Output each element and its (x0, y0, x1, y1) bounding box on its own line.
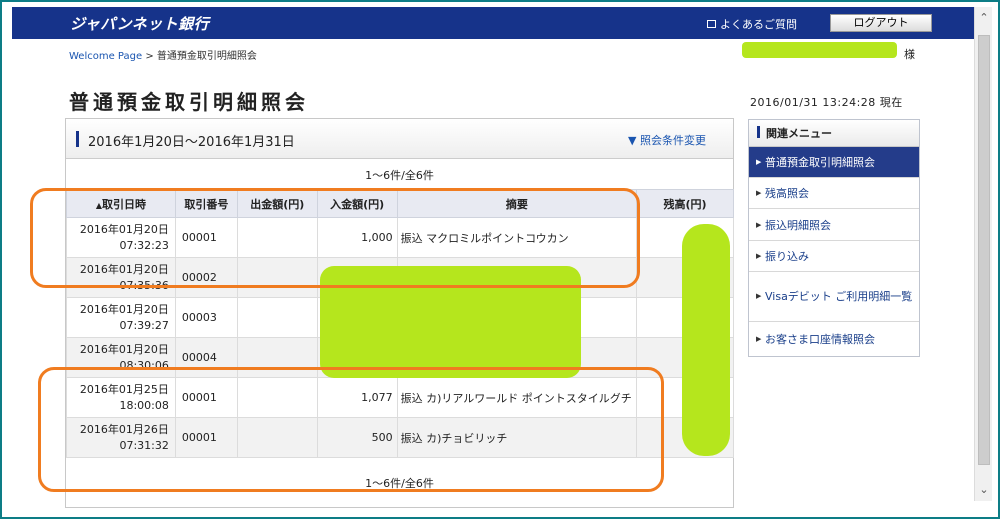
triangle-right-icon: ▶ (756, 292, 762, 300)
user-name-redacted (742, 42, 897, 58)
row-date: 2016年01月20日 (79, 302, 169, 316)
annotation-ring-bottom (38, 367, 664, 492)
triangle-right-icon: ▶ (756, 252, 762, 260)
breadcrumb: Welcome Page > 普通預金取引明細照会 (69, 47, 257, 62)
condition-change-label: 照会条件変更 (639, 134, 706, 147)
scrollbar-thumb[interactable] (978, 35, 990, 465)
menu-item-visa-debit[interactable]: ▶ Visaデビット ご利用明細一覧 (749, 272, 919, 322)
user-honorific: 様 (904, 48, 915, 61)
menu-item-label: Visaデビット ご利用明細一覧 (765, 290, 913, 303)
faq-label: よくあるご質問 (720, 18, 797, 31)
breadcrumb-separator: > (145, 51, 154, 62)
row-out (236, 297, 318, 338)
heading-bar (757, 126, 760, 138)
col-balance: 残高(円) (636, 189, 734, 218)
menu-item-transfer-history[interactable]: ▶ 振込明細照会 (749, 209, 919, 241)
menu-item-label: 振込明細照会 (765, 218, 831, 232)
breadcrumb-home[interactable]: Welcome Page (69, 51, 142, 62)
related-menu-title: 関連メニュー (749, 120, 919, 147)
related-menu: 関連メニュー ▶ 普通預金取引明細照会 ▶ 残高照会 ▶ 振込明細照会 ▶ 振り込み ▶… (748, 119, 920, 357)
panel-header: 2016年1月20日〜2016年1月31日 ▼ 照会条件変更 (66, 119, 733, 159)
chevron-up-icon[interactable]: ⌃ (977, 11, 991, 25)
bank-logo[interactable]: ジャパンネット銀行 (70, 13, 209, 34)
browser-viewport: ジャパンネット銀行 よくあるご質問 ログアウト Welcome Page > 普… (2, 2, 998, 517)
row-txno: 00003 (174, 297, 238, 338)
heading-bar (76, 131, 79, 147)
menu-item-account-info[interactable]: ▶ お客さま口座情報照会 (749, 322, 919, 355)
period-label: 2016年1月20日〜2016年1月31日 (88, 135, 295, 150)
site-header: ジャパンネット銀行 よくあるご質問 ログアウト (12, 7, 974, 39)
page-title: 普通預金取引明細照会 (69, 90, 309, 114)
result-count-top: 1〜6件/全6件 (365, 169, 434, 182)
annotation-ring-top (30, 188, 640, 288)
triangle-right-icon: ▶ (756, 189, 762, 197)
triangle-right-icon: ▶ (756, 158, 762, 166)
menu-item-transfer[interactable]: ▶ 振り込み (749, 241, 919, 272)
menu-item-label: 振り込み (765, 250, 809, 263)
breadcrumb-current: 普通預金取引明細照会 (156, 51, 257, 62)
condition-change-link[interactable]: ▼ 照会条件変更 (628, 132, 706, 148)
menu-item-label: 普通預金取引明細照会 (765, 156, 875, 169)
menu-item-balance[interactable]: ▶ 残高照会 (749, 178, 919, 209)
related-menu-title-label: 関連メニュー (766, 127, 832, 140)
caret-down-icon: ▼ (628, 134, 637, 147)
row-datetime: 2016年01月20日 07:39:27 (66, 297, 176, 338)
row-date: 2016年01月20日 (79, 342, 169, 356)
window-icon (707, 20, 716, 28)
faq-link[interactable]: よくあるご質問 (707, 16, 797, 32)
balance-redaction (682, 224, 730, 456)
triangle-right-icon: ▶ (756, 334, 762, 343)
menu-item-label: 残高照会 (765, 187, 809, 200)
logout-button[interactable]: ログアウト (830, 14, 932, 32)
current-datetime: 2016/01/31 13:24:28 現在 (750, 96, 903, 109)
vertical-scrollbar[interactable]: ⌃ ⌄ (974, 7, 992, 501)
menu-item-transactions[interactable]: ▶ 普通預金取引明細照会 (749, 147, 919, 178)
triangle-right-icon: ▶ (756, 220, 762, 229)
row-time: 07:39:27 (119, 318, 169, 332)
chevron-down-icon[interactable]: ⌄ (977, 483, 991, 497)
menu-item-label: お客さま口座情報照会 (765, 332, 875, 346)
